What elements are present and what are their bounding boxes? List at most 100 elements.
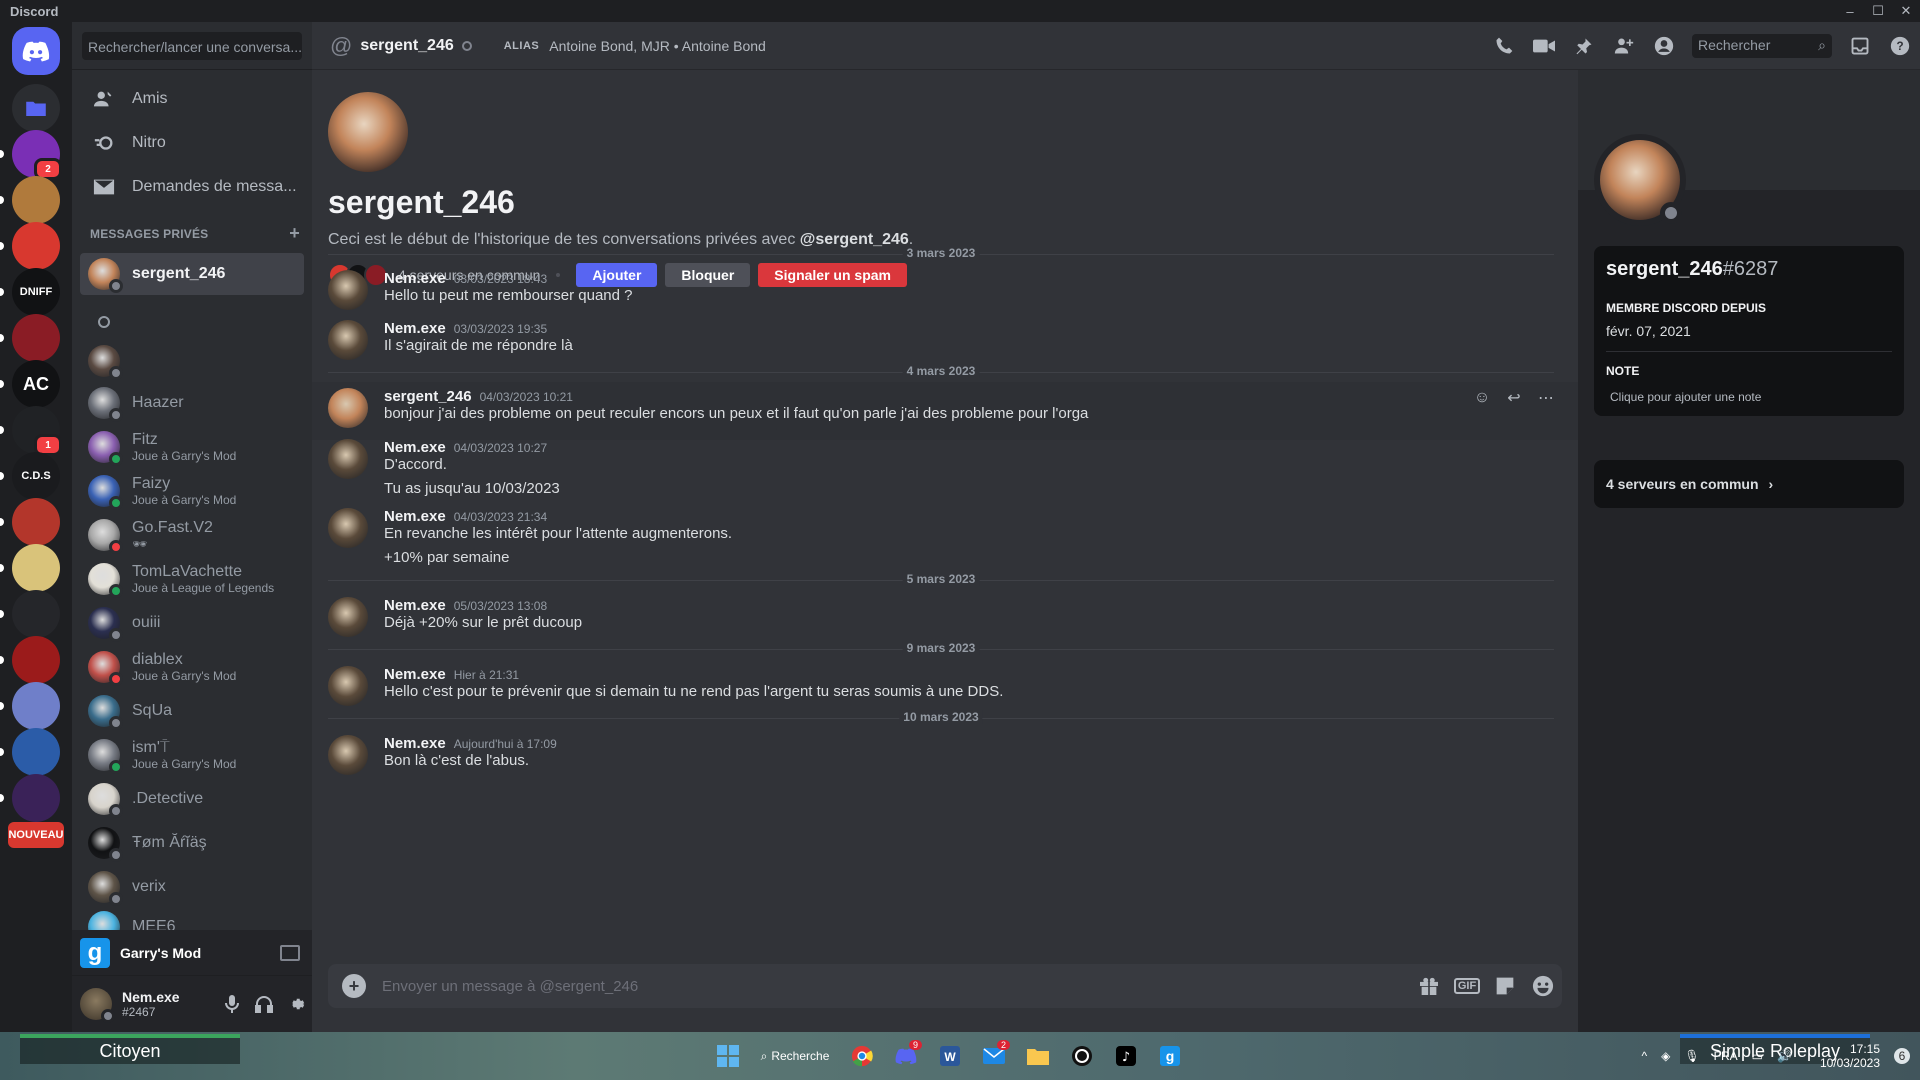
dm-search-input[interactable]: Rechercher/lancer une conversa... — [82, 32, 302, 60]
server-15[interactable] — [0, 728, 60, 776]
header-search-input[interactable]: Rechercher ⌕ — [1692, 34, 1832, 58]
attach-plus-icon[interactable]: + — [342, 974, 366, 998]
help-icon[interactable]: ? — [1880, 26, 1920, 66]
more-options-icon[interactable]: ⋯ — [1530, 382, 1562, 414]
server-12[interactable] — [0, 590, 60, 638]
maximize-button[interactable]: ☐ — [1864, 0, 1892, 22]
activity-bar[interactable]: g Garry's Mod — [72, 930, 312, 976]
message[interactable]: Nem.exe 04/03/2023 10:27 D'accord. Tu as ju… — [312, 439, 1578, 505]
dm-item[interactable]: Ŧøm Ăŕĭäş — [80, 822, 304, 864]
server-17[interactable]: NOUVEAU — [8, 822, 64, 848]
dm-item[interactable]: verix — [80, 866, 304, 908]
garrys-mod-taskbar-icon[interactable]: g — [1148, 1040, 1192, 1072]
dm-item[interactable]: SqUa — [80, 690, 304, 732]
reply-icon[interactable]: ↩ — [1498, 382, 1530, 414]
phone-call-icon[interactable] — [1484, 26, 1524, 66]
message-author[interactable]: Nem.exe — [384, 597, 446, 614]
avatar[interactable] — [328, 508, 368, 548]
dm-item[interactable] — [80, 340, 304, 382]
message[interactable]: Nem.exe 05/03/2023 13:08 Déjà +20% sur le … — [312, 597, 1578, 643]
message[interactable]: Nem.exe 03/03/2023 18:43 Hello tu peut me … — [312, 270, 1578, 316]
avatar[interactable] — [328, 320, 368, 360]
note-input[interactable]: Clique pour ajouter une note — [1606, 390, 1892, 404]
shield-icon[interactable]: ◈ — [1661, 1049, 1670, 1063]
message-author[interactable]: sergent_246 — [384, 388, 472, 405]
nav-nitro[interactable]: Nitro — [80, 122, 304, 164]
dm-item[interactable]: ouiii — [80, 602, 304, 644]
header-username[interactable]: sergent_246 — [360, 37, 453, 55]
server-16[interactable] — [0, 774, 60, 822]
sticker-icon[interactable] — [1486, 970, 1524, 1002]
language-indicator[interactable]: FRA — [1714, 1049, 1738, 1063]
server-6[interactable] — [0, 314, 60, 362]
server-4[interactable] — [0, 222, 60, 270]
dm-item[interactable]: Haazer — [80, 382, 304, 424]
file-explorer-icon[interactable] — [1016, 1040, 1060, 1072]
minimize-button[interactable]: – — [1836, 0, 1864, 22]
server-13[interactable] — [0, 636, 60, 684]
avatar[interactable] — [328, 92, 408, 172]
mail-icon[interactable]: 2 — [972, 1040, 1016, 1072]
gift-icon[interactable] — [1410, 970, 1448, 1002]
word-icon[interactable]: W — [928, 1040, 972, 1072]
dm-item[interactable]: Faizy Joue à Garry's Mod — [80, 470, 304, 512]
chevron-up-icon[interactable]: ^ — [1642, 1049, 1648, 1063]
avatar[interactable] — [80, 988, 115, 1023]
dm-item[interactable] — [80, 312, 304, 332]
message[interactable]: sergent_246 04/03/2023 10:21 bonjour j'ai … — [312, 382, 1578, 440]
server-3[interactable] — [0, 176, 60, 224]
message-author[interactable]: Nem.exe — [384, 320, 446, 337]
nav-friends[interactable]: Amis — [80, 78, 304, 120]
gear-icon[interactable] — [280, 988, 312, 1020]
server-folder[interactable] — [12, 84, 60, 132]
avatar[interactable] — [328, 735, 368, 775]
avatar[interactable] — [328, 666, 368, 706]
message[interactable]: Nem.exe Aujourd'hui à 17:09 Bon là c'est d… — [312, 735, 1578, 781]
message-author[interactable]: Nem.exe — [384, 439, 446, 456]
avatar[interactable] — [328, 597, 368, 637]
discord-taskbar-icon[interactable]: 9 — [884, 1040, 928, 1072]
avatar[interactable] — [328, 439, 368, 479]
add-friend-to-dm-icon[interactable] — [1604, 26, 1644, 66]
tiktok-icon[interactable]: ♪ — [1104, 1040, 1148, 1072]
server-8[interactable]: 1 — [0, 406, 62, 456]
message-input[interactable] — [382, 977, 1410, 995]
avatar[interactable] — [328, 388, 368, 428]
microphone-icon[interactable]: 🎙 — [1684, 1049, 1699, 1063]
nav-message-requests[interactable]: Demandes de messa... — [80, 166, 304, 208]
server-7[interactable]: AC — [0, 360, 60, 408]
gif-button[interactable]: GIF — [1448, 970, 1486, 1002]
dm-item[interactable]: Go.Fast.V2 🕶 — [80, 514, 304, 556]
user-profile-icon[interactable] — [1644, 26, 1684, 66]
create-dm-plus-icon[interactable]: + — [289, 224, 300, 242]
server-11[interactable] — [0, 544, 60, 592]
message[interactable]: Nem.exe 04/03/2023 21:34 En revanche les i… — [312, 508, 1578, 574]
pin-icon[interactable] — [1564, 26, 1604, 66]
video-call-icon[interactable] — [1524, 26, 1564, 66]
windows-start-icon[interactable] — [706, 1040, 750, 1072]
dm-item[interactable]: diablex Joue à Garry's Mod — [80, 646, 304, 688]
message[interactable]: Nem.exe 03/03/2023 19:35 Il s'agirait de m… — [312, 320, 1578, 366]
add-reaction-icon[interactable]: ☺ — [1466, 382, 1498, 414]
message-author[interactable]: Nem.exe — [384, 666, 446, 683]
dm-item[interactable]: sergent_246 — [80, 253, 304, 295]
clock[interactable]: 17:15 10/03/2023 — [1806, 1042, 1880, 1070]
inbox-icon[interactable] — [1840, 26, 1880, 66]
obs-icon[interactable] — [1060, 1040, 1104, 1072]
dm-item[interactable]: TomLaVachette Joue à League of Legends — [80, 558, 304, 600]
emoji-icon[interactable] — [1524, 970, 1562, 1002]
close-window-button[interactable]: ✕ — [1892, 0, 1920, 22]
taskbar-search[interactable]: ⌕ Recherche — [750, 1049, 840, 1064]
chrome-icon[interactable] — [840, 1040, 884, 1072]
screen-share-icon[interactable] — [280, 944, 300, 961]
home-button[interactable] — [12, 27, 60, 75]
message[interactable]: Nem.exe Hier à 21:31 Hello c'est pour te p… — [312, 666, 1578, 712]
message-author[interactable]: Nem.exe — [384, 270, 446, 287]
microphone-icon[interactable] — [216, 988, 248, 1020]
headphones-icon[interactable] — [248, 988, 280, 1020]
mention[interactable]: @sergent_246 — [800, 231, 909, 248]
dm-item[interactable]: .Detective — [80, 778, 304, 820]
user-info[interactable]: Nem.exe #2467 — [122, 989, 216, 1019]
server-5[interactable]: DNIFF — [0, 268, 60, 316]
mutual-servers-button[interactable]: 4 serveurs en commun › — [1594, 460, 1904, 508]
